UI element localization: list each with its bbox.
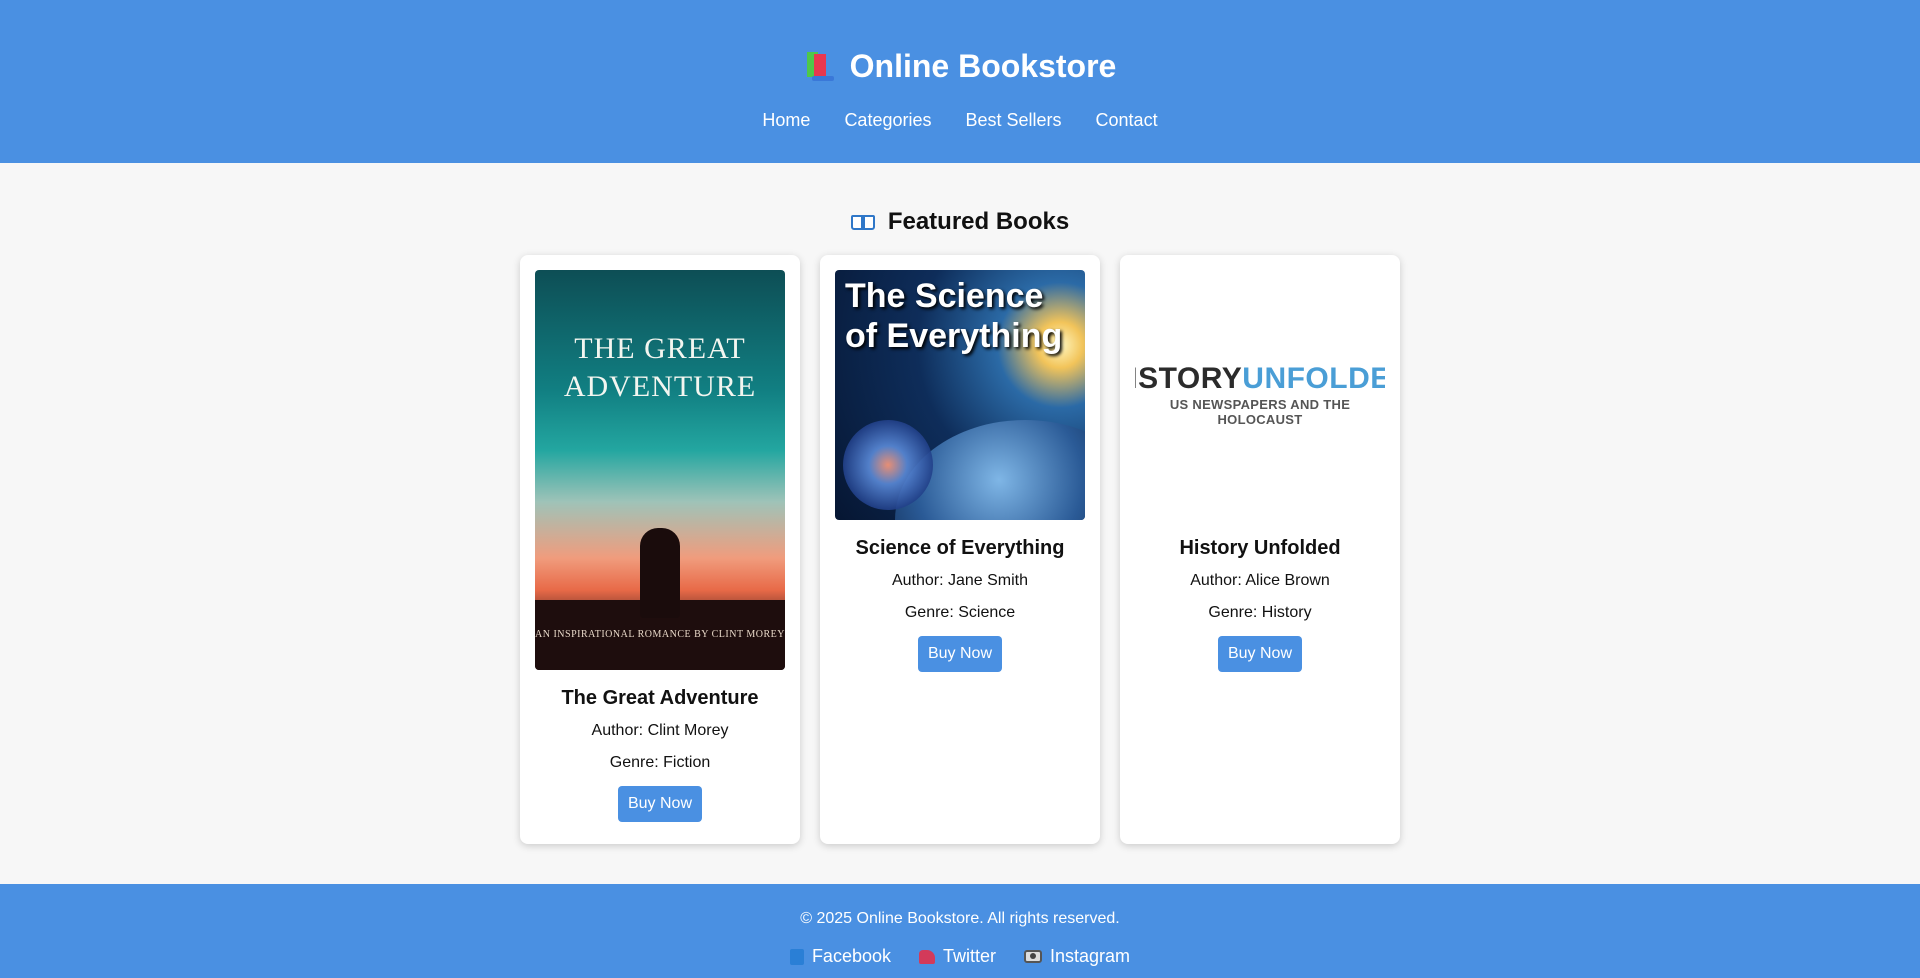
site-footer: © 2025 Online Bookstore. All rights rese… xyxy=(0,884,1920,978)
twitter-icon xyxy=(919,949,935,964)
book-author: Author: Clint Morey xyxy=(591,722,729,739)
book-title: Science of Everything xyxy=(855,537,1065,559)
site-brand: Online Bookstore xyxy=(804,46,1117,86)
book-cover-image: The Great Adventure AN INSPIRATIONAL ROM… xyxy=(535,270,785,670)
books-icon xyxy=(804,51,836,81)
open-book-icon xyxy=(850,212,877,232)
book-genre: Genre: History xyxy=(1208,604,1312,621)
book-cover-image: HISTORYUNFOLDED US NEWSPAPERS AND THE HO… xyxy=(1135,270,1385,520)
main-nav: Home Categories Best Sellers Contact xyxy=(0,110,1920,131)
book-genre: Genre: Fiction xyxy=(609,754,711,771)
book-author: Author: Jane Smith xyxy=(891,572,1029,589)
instagram-label: Instagram xyxy=(1050,946,1131,966)
book-card-science-of-everything: The Science of Everything Science of Eve… xyxy=(820,255,1100,844)
instagram-icon xyxy=(1024,950,1043,963)
cover-byline: AN INSPIRATIONAL ROMANCE BY CLINT MOREY xyxy=(535,629,785,640)
couple-silhouette xyxy=(640,528,680,618)
book-card-history-unfolded: HISTORYUNFOLDED US NEWSPAPERS AND THE HO… xyxy=(1120,255,1400,844)
cover-brain xyxy=(843,420,933,510)
facebook-link[interactable]: Facebook xyxy=(789,946,891,967)
nav-categories[interactable]: Categories xyxy=(844,110,931,131)
book-card-great-adventure: The Great Adventure AN INSPIRATIONAL ROM… xyxy=(520,255,800,844)
cover-title-art: The Great Adventure xyxy=(563,332,757,403)
nav-home[interactable]: Home xyxy=(762,110,810,131)
book-author: Author: Alice Brown xyxy=(1190,572,1330,589)
site-header: Online Bookstore Home Categories Best Se… xyxy=(0,0,1920,163)
history-logo-subtitle: US NEWSPAPERS AND THE HOLOCAUST xyxy=(1169,397,1351,427)
book-title: History Unfolded xyxy=(1179,537,1341,559)
book-cover-image: The Science of Everything xyxy=(835,270,1085,520)
section-heading: Featured Books xyxy=(850,207,1070,237)
social-links: Facebook Twitter Instagram xyxy=(0,946,1920,967)
facebook-icon xyxy=(789,948,804,965)
copyright-text: © 2025 Online Bookstore. All rights rese… xyxy=(800,910,1120,927)
buy-now-button[interactable]: Buy Now xyxy=(617,786,703,822)
section-title: Featured Books xyxy=(887,208,1070,235)
twitter-label: Twitter xyxy=(943,946,997,966)
buy-now-button[interactable]: Buy Now xyxy=(917,636,1003,672)
book-genre: Genre: Science xyxy=(904,604,1016,621)
featured-section: Featured Books The Great Adventure AN IN… xyxy=(0,163,1920,884)
history-unfolded-logo: HISTORYUNFOLDED xyxy=(1135,362,1385,395)
facebook-label: Facebook xyxy=(811,946,891,966)
book-title: The Great Adventure xyxy=(561,687,759,709)
buy-now-button[interactable]: Buy Now xyxy=(1217,636,1303,672)
instagram-link[interactable]: Instagram xyxy=(1024,946,1130,967)
cover-title-art: The Science of Everything xyxy=(845,277,1063,355)
nav-best-sellers[interactable]: Best Sellers xyxy=(965,110,1061,131)
nav-contact[interactable]: Contact xyxy=(1096,110,1158,131)
twitter-link[interactable]: Twitter xyxy=(919,946,996,967)
book-grid: The Great Adventure AN INSPIRATIONAL ROM… xyxy=(520,255,1400,844)
site-title: Online Bookstore xyxy=(849,47,1117,84)
